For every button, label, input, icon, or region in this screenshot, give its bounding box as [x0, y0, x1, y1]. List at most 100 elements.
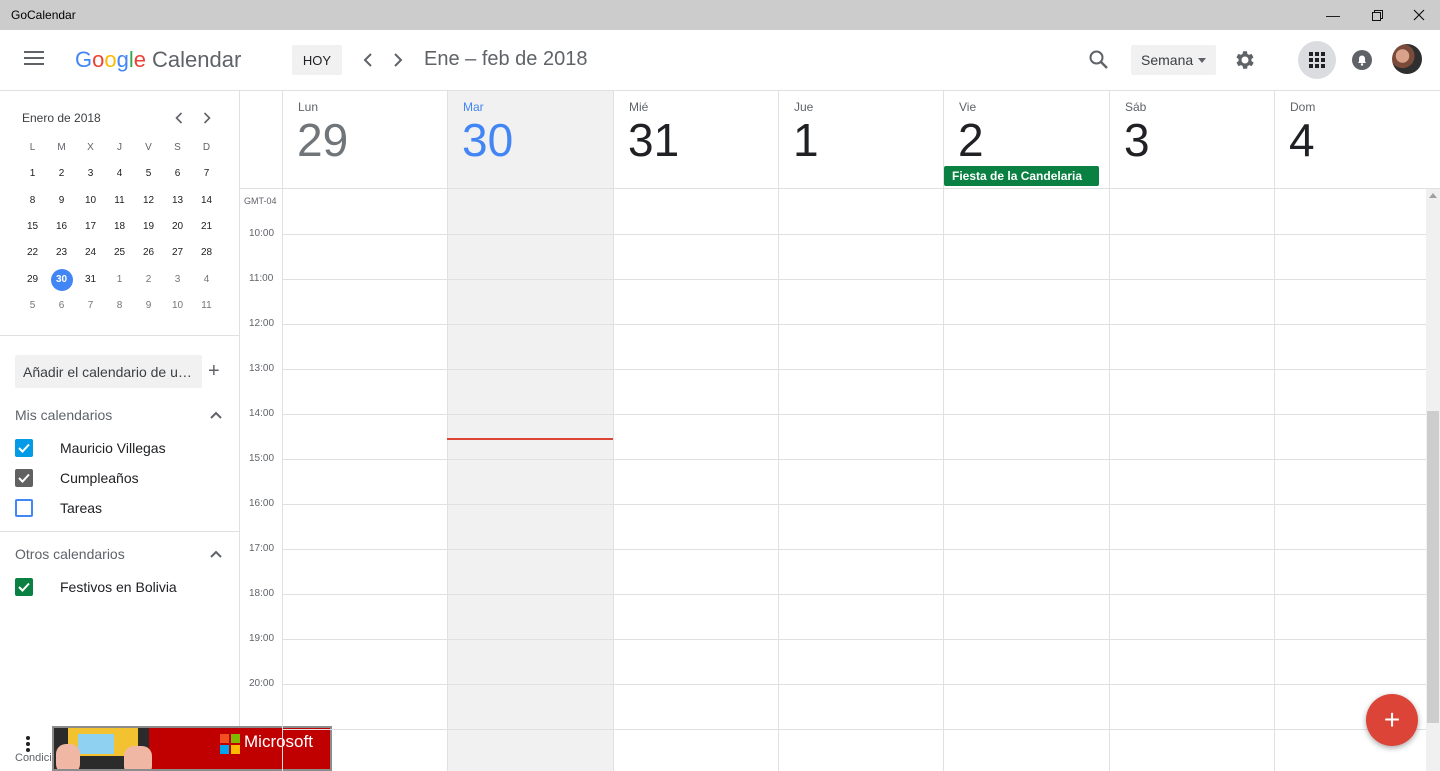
mini-calendar-day[interactable]: 11 — [192, 295, 221, 317]
mini-calendar-day[interactable]: 19 — [134, 216, 163, 238]
hour-row-divider — [282, 459, 1426, 460]
day-number[interactable]: 2 — [958, 113, 984, 167]
minimize-icon[interactable]: — — [1310, 0, 1356, 30]
day-header[interactable]: Sáb 3 — [1109, 91, 1274, 189]
day-number[interactable]: 3 — [1124, 113, 1150, 167]
mini-calendar-grid: L M X J V S D 1 2 3 4 5 6 7 8 9 10 11 12 13 14 15 16 17 18 19 20 21… — [18, 135, 222, 319]
calendar-item[interactable]: Cumpleaños — [15, 468, 139, 488]
mini-calendar-day[interactable]: 5 — [134, 163, 163, 185]
mini-calendar-day[interactable]: 10 — [76, 190, 105, 212]
checkbox-checked-icon[interactable] — [15, 578, 33, 596]
add-coworker-calendar-input[interactable]: Añadir el calendario de un a... — [15, 355, 202, 388]
calendar-item[interactable]: Mauricio Villegas — [15, 438, 166, 458]
main-menu-icon[interactable] — [22, 51, 46, 69]
mini-calendar-day[interactable]: 17 — [76, 216, 105, 238]
mini-calendar-day[interactable]: 27 — [163, 242, 192, 264]
mini-calendar-day[interactable]: 31 — [76, 269, 105, 291]
mini-calendar-day[interactable]: 28 — [192, 242, 221, 264]
scroll-up-icon[interactable] — [1429, 193, 1437, 198]
day-number[interactable]: 31 — [628, 113, 679, 167]
my-calendars-title[interactable]: Mis calendarios — [15, 407, 112, 423]
mini-calendar-day[interactable]: 13 — [163, 190, 192, 212]
day-header[interactable]: Vie 2 Fiesta de la Candelaria — [943, 91, 1109, 189]
all-day-event[interactable]: Fiesta de la Candelaria — [944, 166, 1099, 186]
sidebar-divider — [0, 531, 239, 532]
calendar-item-label: Festivos en Bolivia — [60, 579, 177, 595]
window-title-bar: GoCalendar — — [0, 0, 1440, 30]
day-header[interactable]: Mar 30 — [447, 91, 613, 189]
scrollbar-thumb[interactable] — [1427, 411, 1439, 723]
hour-label: 15:00 — [249, 453, 275, 464]
vertical-scrollbar[interactable] — [1426, 189, 1440, 771]
mini-calendar-day[interactable]: 3 — [76, 163, 105, 185]
mini-calendar-day[interactable]: 23 — [47, 242, 76, 264]
create-event-button[interactable]: + — [1366, 694, 1418, 746]
mini-calendar-day[interactable]: 26 — [134, 242, 163, 264]
mini-calendar-day[interactable]: 21 — [192, 216, 221, 238]
mini-calendar-day[interactable]: 6 — [163, 163, 192, 185]
mini-calendar-day[interactable]: 11 — [105, 190, 134, 212]
day-header[interactable]: Mié 31 — [613, 91, 778, 189]
mini-calendar-day[interactable]: 9 — [134, 295, 163, 317]
mini-calendar-next-icon[interactable] — [197, 108, 217, 128]
notifications-bell-icon[interactable] — [1350, 48, 1374, 72]
day-header[interactable]: Dom 4 — [1274, 91, 1426, 189]
mini-calendar-day[interactable]: 7 — [192, 163, 221, 185]
view-selector[interactable]: Semana — [1131, 45, 1216, 75]
mini-calendar-day[interactable]: 8 — [18, 190, 47, 212]
search-icon[interactable] — [1088, 49, 1110, 71]
mini-calendar-day[interactable]: 20 — [163, 216, 192, 238]
collapse-my-calendars-icon[interactable] — [209, 408, 223, 422]
mini-calendar-day[interactable]: 3 — [163, 269, 192, 291]
day-number[interactable]: 4 — [1289, 113, 1315, 167]
mini-calendar-day[interactable]: 15 — [18, 216, 47, 238]
mini-calendar-day[interactable]: 16 — [47, 216, 76, 238]
day-number[interactable]: 29 — [297, 113, 348, 167]
mini-calendar-day[interactable]: 2 — [134, 269, 163, 291]
mini-calendar-day[interactable]: 25 — [105, 242, 134, 264]
more-options-icon[interactable] — [18, 733, 38, 755]
mini-calendar-day[interactable]: 6 — [47, 295, 76, 317]
calendar-item[interactable]: Tareas — [15, 498, 102, 518]
mini-calendar-day[interactable]: 29 — [18, 269, 47, 291]
mini-calendar-day[interactable]: 24 — [76, 242, 105, 264]
checkbox-unchecked-icon[interactable] — [15, 499, 33, 517]
mini-calendar-day[interactable]: 9 — [47, 190, 76, 212]
next-period-icon[interactable] — [386, 47, 410, 73]
add-calendar-plus-icon[interactable]: + — [208, 361, 220, 381]
mini-calendar-day[interactable]: 1 — [105, 269, 134, 291]
mini-calendar-day[interactable]: 2 — [47, 163, 76, 185]
day-number[interactable]: 1 — [793, 113, 819, 167]
other-calendars-title[interactable]: Otros calendarios — [15, 546, 125, 562]
close-icon[interactable] — [1396, 0, 1440, 30]
mini-calendar-day[interactable]: 4 — [105, 163, 134, 185]
checkbox-checked-icon[interactable] — [15, 469, 33, 487]
app-logo: Google Calendar — [75, 47, 241, 73]
day-header[interactable]: Jue 1 — [778, 91, 943, 189]
settings-gear-icon[interactable] — [1233, 48, 1257, 72]
mini-calendar-day[interactable]: 5 — [18, 295, 47, 317]
day-header[interactable]: Lun 29 — [282, 91, 447, 189]
hour-row-divider — [282, 504, 1426, 505]
day-number[interactable]: 30 — [462, 113, 513, 167]
collapse-other-calendars-icon[interactable] — [209, 547, 223, 561]
mini-calendar-day[interactable]: 14 — [192, 190, 221, 212]
mini-calendar-day[interactable]: 18 — [105, 216, 134, 238]
restore-icon[interactable] — [1354, 0, 1400, 30]
mini-calendar-day[interactable]: 7 — [76, 295, 105, 317]
user-avatar[interactable] — [1392, 44, 1422, 74]
mini-calendar-prev-icon[interactable] — [169, 108, 189, 128]
checkbox-checked-icon[interactable] — [15, 439, 33, 457]
previous-period-icon[interactable] — [356, 47, 380, 73]
mini-calendar-day[interactable]: 22 — [18, 242, 47, 264]
hour-label: 19:00 — [249, 633, 275, 644]
calendar-item[interactable]: Festivos en Bolivia — [15, 577, 177, 597]
mini-calendar-day[interactable]: 10 — [163, 295, 192, 317]
apps-grid-icon[interactable] — [1298, 41, 1336, 79]
mini-calendar-day[interactable]: 1 — [18, 163, 47, 185]
mini-calendar-day[interactable]: 8 — [105, 295, 134, 317]
today-button[interactable]: HOY — [292, 45, 342, 75]
mini-calendar-day[interactable]: 4 — [192, 269, 221, 291]
mini-calendar-today[interactable]: 30 — [47, 268, 76, 291]
mini-calendar-day[interactable]: 12 — [134, 190, 163, 212]
